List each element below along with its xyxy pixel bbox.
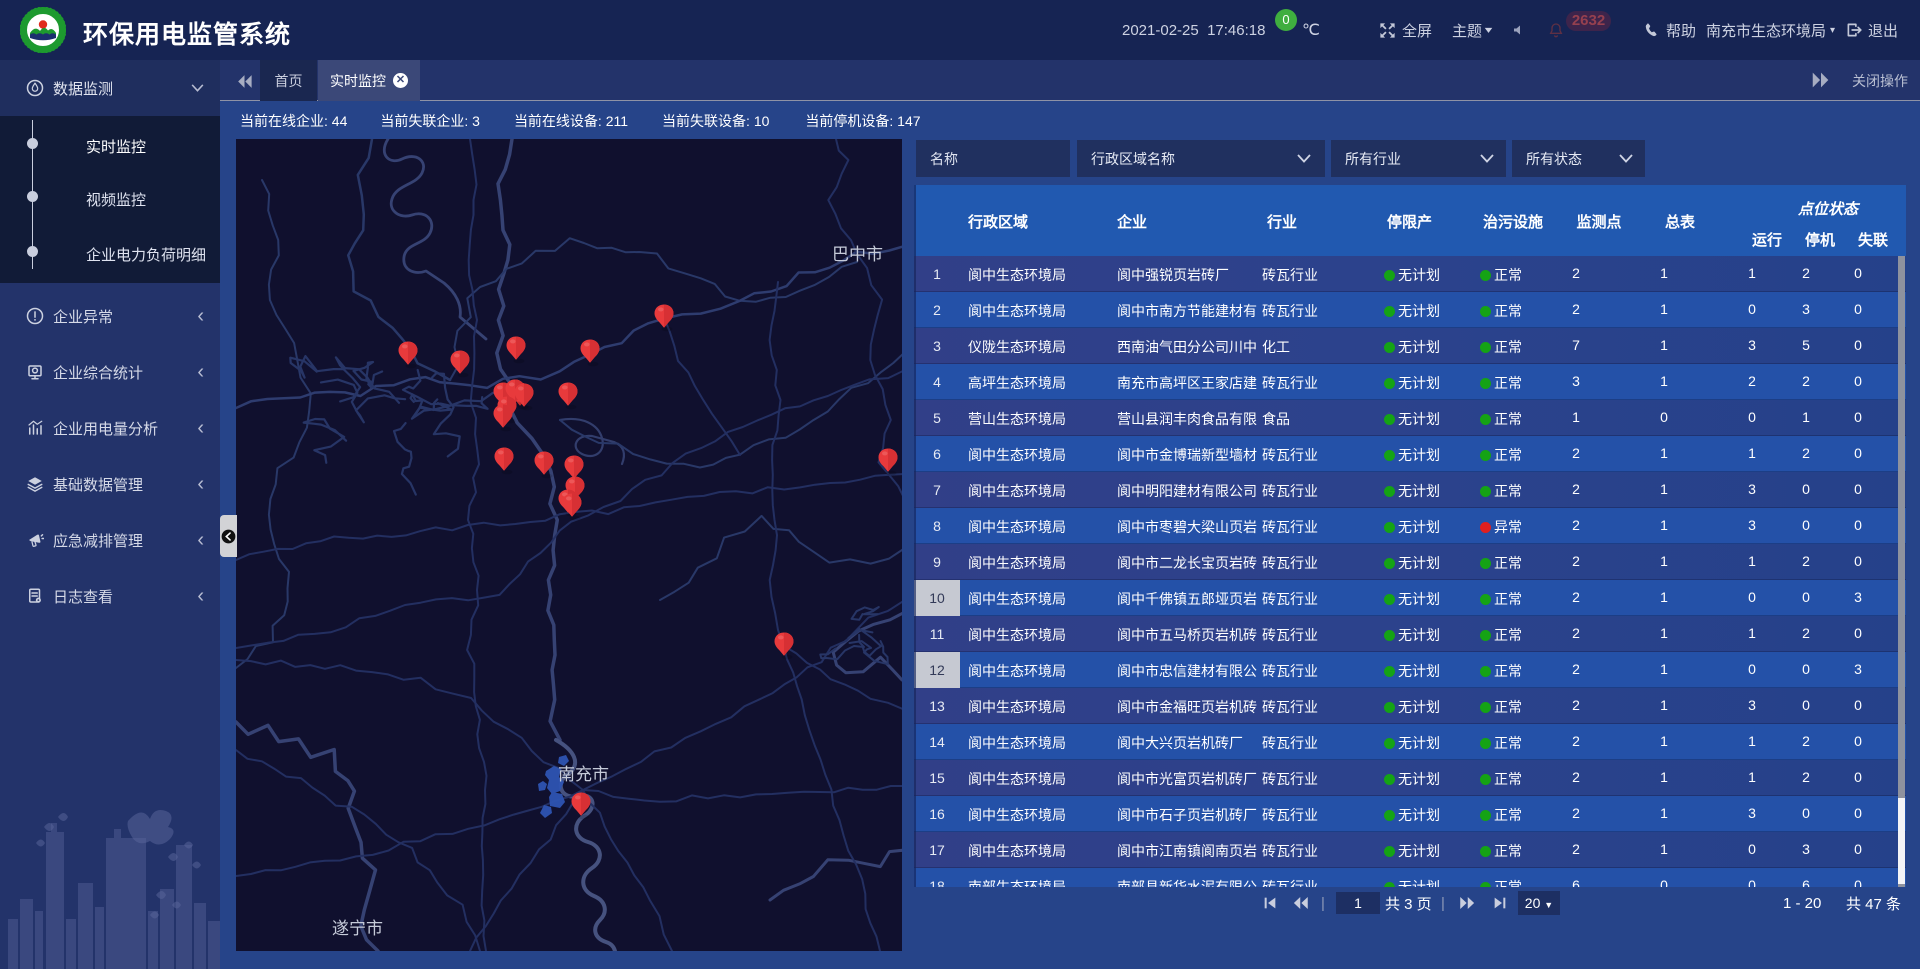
svg-text:巴中市: 巴中市 <box>832 245 883 264</box>
svg-text:南充市: 南充市 <box>558 765 609 784</box>
svg-text:遂宁市: 遂宁市 <box>332 919 383 938</box>
